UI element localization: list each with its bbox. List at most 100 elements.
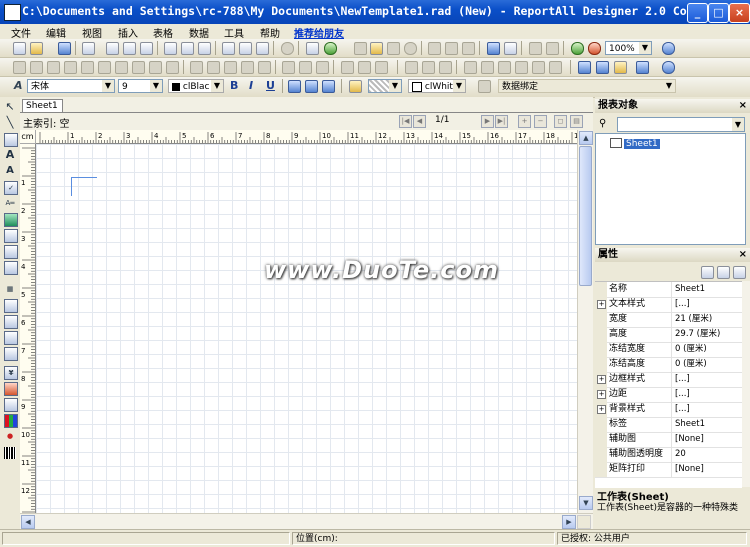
vertical-scrollbar[interactable]: ▲ ▼ (577, 130, 593, 513)
add-icon[interactable] (324, 42, 337, 55)
frame-icon[interactable] (4, 261, 18, 275)
open-file-icon[interactable] (30, 42, 43, 55)
print-page-icon[interactable]: ▤ (570, 115, 583, 128)
export-icon[interactable] (164, 42, 177, 55)
close-button[interactable]: × (729, 3, 750, 23)
align-top-edge-icon[interactable] (64, 61, 77, 74)
function-icon[interactable] (529, 42, 542, 55)
same-size-icon[interactable] (149, 61, 162, 74)
property-value[interactable]: 29.7 (厘米) (671, 327, 745, 342)
insert-row-icon[interactable] (224, 61, 237, 74)
border-inner-icon[interactable] (299, 61, 312, 74)
bring-front-icon[interactable] (532, 61, 545, 74)
line-color-icon[interactable] (341, 61, 354, 74)
barcode-small-icon[interactable]: ▦ (4, 283, 16, 295)
undo-icon[interactable] (428, 42, 441, 55)
font-size-select[interactable]: 9 ▼ (118, 79, 163, 93)
menu-recommend[interactable]: 推荐给朋友 (294, 25, 344, 40)
property-value[interactable]: [None] (671, 462, 745, 477)
copy-icon[interactable] (354, 42, 367, 55)
text-icon[interactable]: A (4, 149, 16, 161)
panel-icon[interactable] (4, 229, 18, 243)
zoom-in-page-icon[interactable]: + (518, 115, 531, 128)
menu-data[interactable]: 数据 (189, 25, 209, 40)
zoom-in-icon[interactable] (571, 42, 584, 55)
align-left-icon[interactable] (288, 80, 301, 93)
cut-icon[interactable] (387, 42, 400, 55)
same-width-icon[interactable] (115, 61, 128, 74)
property-scrollbar[interactable] (742, 281, 750, 487)
delete-icon[interactable] (404, 42, 417, 55)
grid-icon[interactable] (422, 61, 435, 74)
align-bottom-edge-icon[interactable] (98, 61, 111, 74)
center-v-icon[interactable] (515, 61, 528, 74)
property-pages-icon[interactable] (733, 266, 746, 279)
data-binding-select[interactable]: 数据绑定 ▼ (498, 79, 676, 93)
menu-tools[interactable]: 工具 (224, 25, 244, 40)
crosstab-icon[interactable] (4, 331, 18, 345)
same-height-icon[interactable] (132, 61, 145, 74)
new-file-icon[interactable] (13, 42, 26, 55)
property-row[interactable]: 名称 Sheet1 (595, 282, 742, 298)
chevron-down-icon[interactable]: ▼ (732, 118, 744, 131)
property-value[interactable]: 0 (厘米) (671, 342, 745, 357)
font-color-select[interactable]: clBlac ▼ (168, 79, 224, 93)
validate-icon[interactable] (487, 42, 500, 55)
property-view-icon[interactable] (596, 61, 609, 74)
align-right-edge-icon[interactable] (47, 61, 60, 74)
line-width-icon[interactable] (375, 61, 388, 74)
close-icon[interactable]: × (739, 248, 747, 262)
space-horizontal-icon[interactable] (166, 61, 179, 74)
close-icon[interactable]: × (739, 99, 747, 113)
last-page-button[interactable]: ▶| (495, 115, 508, 128)
design-icon[interactable] (614, 61, 627, 74)
stop-icon[interactable] (281, 42, 294, 55)
list-icon[interactable] (4, 347, 18, 361)
property-value[interactable]: Sheet1 (671, 282, 745, 297)
print-setup-icon[interactable] (123, 42, 136, 55)
delete-row-icon[interactable] (258, 61, 271, 74)
property-row[interactable]: + 边框样式 [...] (595, 372, 742, 388)
property-row[interactable]: 宽度 21 (厘米) (595, 312, 742, 328)
line-icon[interactable]: ╲ (4, 117, 16, 129)
pattern-select[interactable]: ▼ (368, 79, 402, 93)
horizontal-scrollbar[interactable]: ◀ ▶ (20, 513, 593, 529)
property-row[interactable]: 冻结高度 0 (厘米) (595, 357, 742, 373)
fit-page-icon[interactable]: ◻ (554, 115, 567, 128)
italic-button[interactable]: I (249, 79, 253, 92)
fill-color-select[interactable]: clWhit ▼ (408, 79, 466, 93)
merge-cells-icon[interactable] (190, 61, 203, 74)
paste-icon[interactable] (370, 42, 383, 55)
property-row[interactable]: 冻结宽度 0 (厘米) (595, 342, 742, 358)
send-back-icon[interactable] (549, 61, 562, 74)
help-icon[interactable] (662, 42, 675, 55)
zoom-out-page-icon[interactable]: − (534, 115, 547, 128)
property-row[interactable]: + 边距 [...] (595, 387, 742, 403)
tree-node-sheet1[interactable]: Sheet1 (610, 138, 660, 149)
menu-file[interactable]: 文件 (11, 25, 31, 40)
menu-view[interactable]: 视图 (82, 25, 102, 40)
replace-icon[interactable] (239, 42, 252, 55)
property-value[interactable]: [...] (671, 387, 745, 402)
chart-icon[interactable] (4, 414, 18, 428)
report-canvas[interactable]: www.DuoTe.com (36, 144, 577, 513)
center-h-icon[interactable] (498, 61, 511, 74)
property-row[interactable]: 辅助图 [None] (595, 432, 742, 448)
underline-button[interactable]: U (266, 79, 275, 92)
redo-icon[interactable] (445, 42, 458, 55)
band-icon[interactable] (439, 61, 452, 74)
find-icon[interactable] (222, 42, 235, 55)
sort-alpha-icon[interactable] (701, 266, 714, 279)
checkbox-icon[interactable]: ✓ (4, 181, 18, 195)
property-row[interactable]: 矩阵打印 [None] (595, 462, 742, 478)
settings-icon[interactable] (462, 42, 475, 55)
expand-icon[interactable]: + (597, 405, 606, 414)
scroll-left-icon[interactable]: ◀ (21, 515, 35, 529)
menu-help[interactable]: 帮助 (260, 25, 280, 40)
scroll-right-icon[interactable]: ▶ (562, 515, 576, 529)
tree-view-icon[interactable] (578, 61, 591, 74)
scroll-up-icon[interactable]: ▲ (579, 131, 593, 145)
zoom-select[interactable]: 100% ▼ (605, 41, 652, 55)
next-page-button[interactable]: ▶ (481, 115, 494, 128)
yuan-icon[interactable]: ¥ (4, 366, 18, 380)
